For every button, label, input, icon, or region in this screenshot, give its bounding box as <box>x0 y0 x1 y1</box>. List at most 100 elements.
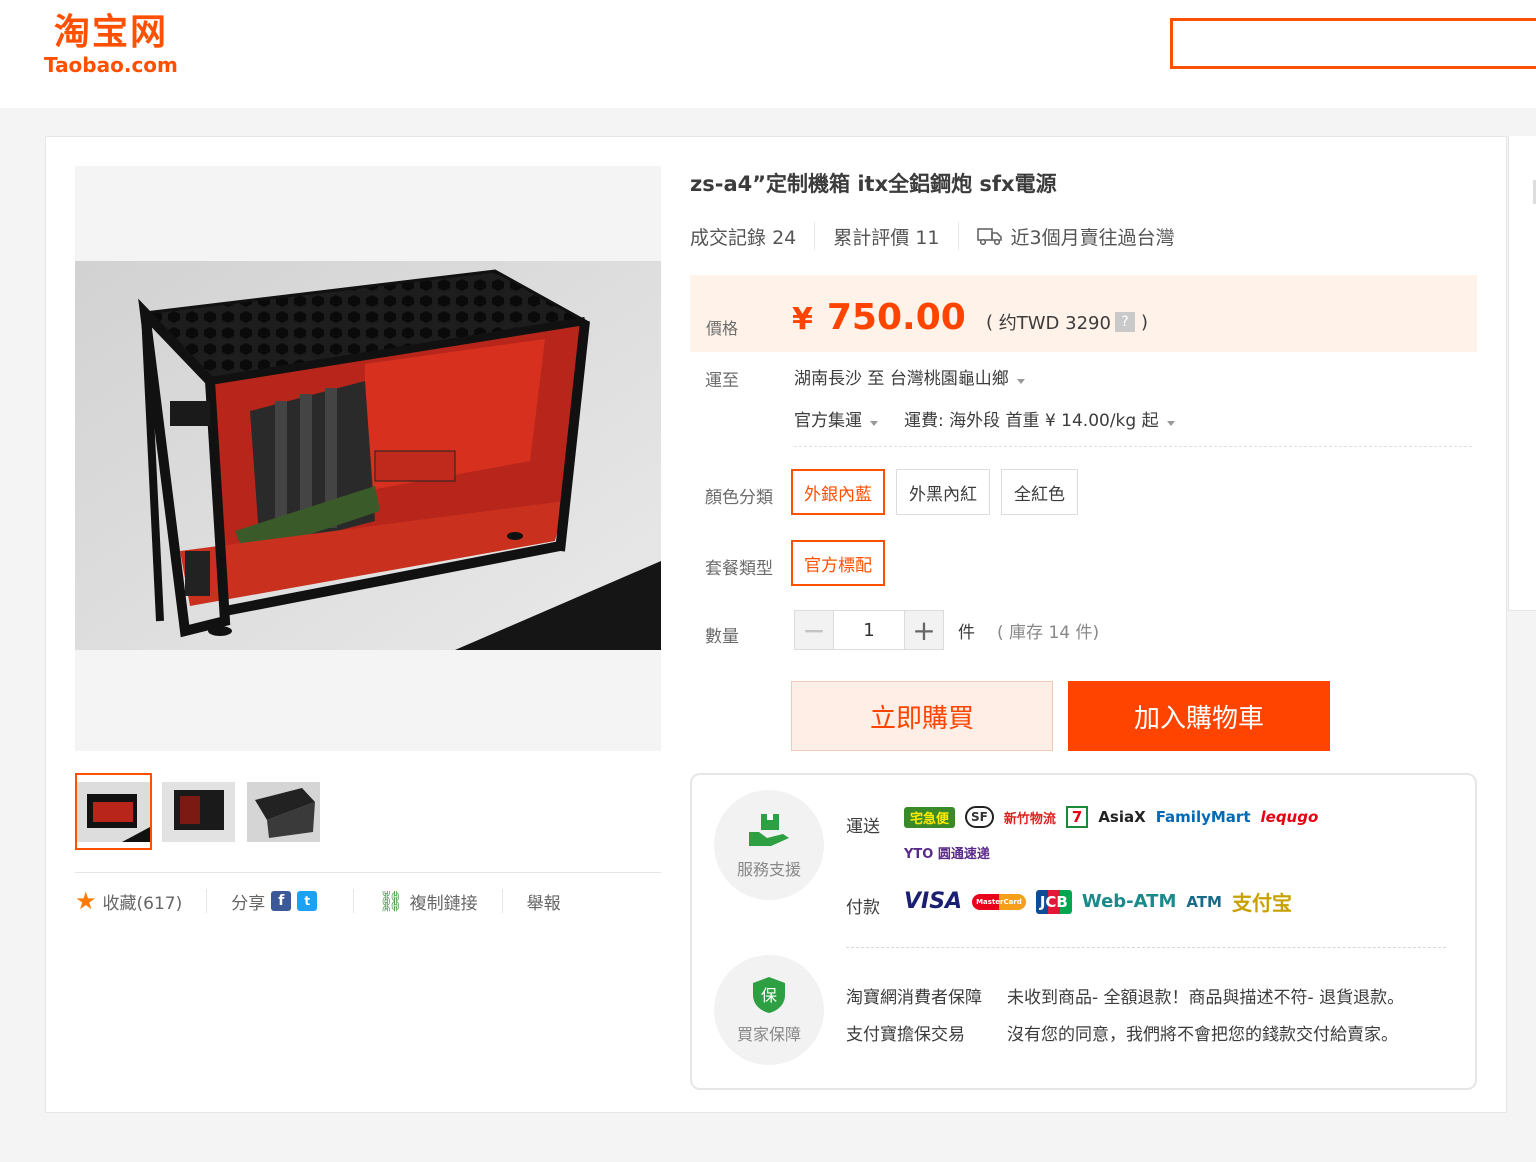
package-options: 官方標配 <box>791 540 885 586</box>
thumbnail-image <box>162 781 235 842</box>
copy-link-button[interactable]: ⛓ 複制鏈接 <box>378 889 477 914</box>
reviews-record[interactable]: 累計評價 11 <box>833 223 939 250</box>
hand-box-icon <box>749 814 789 846</box>
divider <box>206 889 208 913</box>
jcb-logo: JCB <box>1035 889 1072 914</box>
thumbnail-image <box>77 781 150 842</box>
increase-button[interactable]: + <box>904 610 944 650</box>
gallery-actions: ★ 收藏(617) 分享 f t ⛓ 複制鏈接 舉報 <box>75 886 661 916</box>
shipping-label: 運至 <box>705 371 739 391</box>
price-amount: 750.00 <box>826 297 966 338</box>
seven-eleven-logo: 7 <box>1065 806 1089 828</box>
favorite-label: 收藏(617) <box>102 893 183 914</box>
divider <box>501 889 503 913</box>
package-label: 套餐類型 <box>705 559 773 579</box>
shipping-fee: 運費: 海外段 首重 ¥ 14.00/kg 起 <box>904 411 1159 431</box>
price-value: ¥750.00 <box>792 297 966 338</box>
visa-logo: VISA <box>904 889 963 914</box>
sf-express-logo: SF <box>965 806 994 828</box>
logo-cn-text: 淘宝网 <box>53 12 168 53</box>
payment-logos: VISA MasterCard JCB Web-ATM ATM 支付宝 <box>904 887 1292 916</box>
product-meta: 成交記錄 24 累計評價 11 近3個月賣往過台灣 <box>690 222 1175 250</box>
price-label: 價格 <box>706 319 739 338</box>
quantity-label: 數量 <box>705 627 739 647</box>
chevron-down-icon <box>1166 421 1175 426</box>
share-group: 分享 f t <box>231 889 318 914</box>
color-option-1[interactable]: 外銀內藍 <box>791 469 885 515</box>
quantity-unit: 件 <box>958 622 975 643</box>
share-label: 分享 <box>231 893 266 914</box>
package-option-1[interactable]: 官方標配 <box>791 540 885 586</box>
search-input[interactable] <box>1173 21 1536 66</box>
ship-to-selector[interactable]: 台灣桃園龜山鄉 <box>890 364 1025 389</box>
color-label: 顏色分類 <box>705 488 773 508</box>
pc-case-photo <box>75 261 661 650</box>
favorite-button[interactable]: ★ 收藏(617) <box>75 889 182 914</box>
divider <box>814 222 816 250</box>
shipping-method-selector[interactable]: 官方集運 <box>794 406 878 431</box>
color-option-3[interactable]: 全紅色 <box>1001 469 1078 515</box>
divider <box>794 446 1472 447</box>
quantity-stepper: − + 件 ( 庫存 14 件) <box>794 610 1099 650</box>
report-label: 舉報 <box>526 893 561 914</box>
twitter-icon[interactable]: t <box>297 891 318 911</box>
taobao-logo[interactable]: 淘宝网 Taobao.com <box>44 12 178 76</box>
add-to-cart-button[interactable]: 加入購物車 <box>1068 681 1330 751</box>
thumbnail-2[interactable] <box>160 773 237 850</box>
top-bar: 淘宝网 Taobao.com <box>0 0 1536 108</box>
buy-now-button[interactable]: 立即購買 <box>791 681 1053 751</box>
reviews-count: 11 <box>915 226 940 249</box>
currency-symbol: ¥ <box>792 302 813 337</box>
sales-label: 成交記錄 <box>690 226 767 249</box>
sales-count: 24 <box>772 226 797 249</box>
truck-icon <box>976 228 1002 246</box>
guarantee-2-text: 沒有您的同意，我們將不會把您的錢款交付給賣家。 <box>1007 1025 1398 1045</box>
price-approx: ( 约TWD 3290 ? ) <box>986 309 1148 335</box>
quantity-input[interactable] <box>834 610 904 650</box>
paren-open: ( <box>986 311 994 333</box>
shipping-logos: 宅急便 SF 新竹物流 7 AsiaX FamilyMart lequgo <box>904 806 1318 828</box>
shipping-fee-selector[interactable]: 運費: 海外段 首重 ¥ 14.00/kg 起 <box>904 406 1175 431</box>
shield-glyph: 保 <box>761 986 777 1005</box>
thumbnail-3[interactable] <box>245 773 322 850</box>
paren-close: ) <box>1140 311 1148 333</box>
stock-info: ( 庫存 14 件) <box>997 622 1100 643</box>
price-box: 價格 ¥750.00 ( 约TWD 3290 ? ) <box>690 275 1477 352</box>
decrease-button[interactable]: − <box>794 610 834 650</box>
thumbnail-image <box>247 781 320 842</box>
familymart-logo: FamilyMart <box>1155 808 1251 826</box>
chevron-down-icon <box>870 421 878 426</box>
guarantee-2-label: 支付寶擔保交易 <box>846 1025 965 1045</box>
lequgo-logo: lequgo <box>1260 808 1319 826</box>
shipping-methods-label: 運送 <box>846 817 880 837</box>
alipay-logo: 支付宝 <box>1231 891 1292 915</box>
asiax-logo: AsiaX <box>1098 808 1146 826</box>
logo-en-text: Taobao.com <box>44 53 178 77</box>
color-option-2[interactable]: 外黑內紅 <box>896 469 990 515</box>
copy-link-label: 複制鏈接 <box>409 893 478 914</box>
yto-logo: YTO 圆通速递 <box>904 847 990 862</box>
payment-methods-label: 付款 <box>846 898 880 918</box>
shipping-method: 官方集運 <box>794 411 862 431</box>
shipping-logos-row-2: YTO 圆通速递 <box>904 843 990 862</box>
report-button[interactable]: 舉報 <box>527 889 561 914</box>
shipped-note: 近3個月賣往過台灣 <box>1010 226 1175 249</box>
sales-record[interactable]: 成交記錄 24 <box>690 223 796 250</box>
shield-icon: 保 <box>753 977 785 1013</box>
search-box[interactable] <box>1170 18 1536 69</box>
mastercard-logo: MasterCard <box>972 893 1026 910</box>
hct-logistics-logo: 新竹物流 <box>1003 811 1056 827</box>
thumbnail-1[interactable] <box>75 773 152 850</box>
gallery-divider <box>75 872 661 873</box>
tqb-logo: 宅急便 <box>904 806 956 828</box>
reviews-label: 累計評價 <box>833 226 910 249</box>
main-product-image[interactable] <box>75 166 661 751</box>
help-icon[interactable]: ? <box>1114 312 1135 332</box>
divider <box>353 889 355 913</box>
facebook-icon[interactable]: f <box>271 891 292 911</box>
ship-to-word: 至 <box>867 369 885 389</box>
shipping-method-row: 官方集運 運費: 海外段 首重 ¥ 14.00/kg 起 <box>794 406 1175 431</box>
buyer-protection-label: 買家保障 <box>736 1025 801 1044</box>
guarantee-1-label: 淘寶網消費者保障 <box>846 988 982 1008</box>
buyer-protection-badge: 保 買家保障 <box>714 955 824 1065</box>
